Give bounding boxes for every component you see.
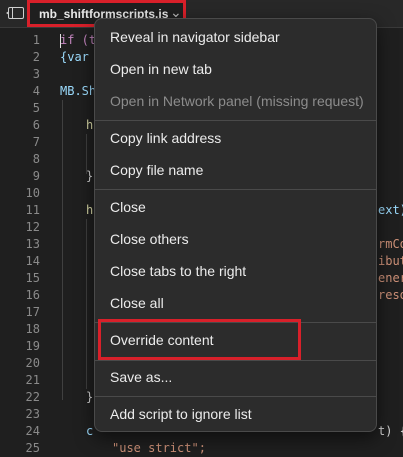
line-number: 11 (25, 203, 40, 217)
menu-separator (95, 396, 376, 397)
tab-context-menu: Reveal in navigator sidebar Open in new … (94, 18, 377, 432)
menu-item-close-tabs-right[interactable]: Close tabs to the right (110, 263, 246, 279)
line-number: 19 (25, 339, 40, 353)
menu-item-copy-link-address[interactable]: Copy link address (110, 130, 221, 146)
menu-item-save-as[interactable]: Save as... (110, 369, 172, 385)
menu-item-override-content[interactable]: Override content (110, 332, 214, 348)
indent-guide (86, 219, 87, 389)
code-line: "use strict"; (112, 441, 206, 455)
line-number: 2 (32, 50, 40, 64)
line-number: 22 (25, 390, 40, 404)
line-number: 20 (25, 356, 40, 370)
code-fragment: ext) (378, 203, 403, 217)
toggle-navigator-icon[interactable] (6, 7, 24, 19)
line-number: 24 (25, 424, 40, 438)
line-number: 4 (32, 84, 40, 98)
menu-separator (95, 120, 376, 121)
menu-separator (95, 189, 376, 190)
line-number: 15 (25, 271, 40, 285)
code-line: } (86, 169, 94, 183)
line-number: 18 (25, 322, 40, 336)
line-number: 7 (32, 135, 40, 149)
code-line: c (86, 424, 94, 438)
indent-guide (62, 100, 63, 400)
menu-item-copy-file-name[interactable]: Copy file name (110, 162, 203, 178)
line-number: 9 (32, 169, 40, 183)
line-number: 1 (32, 33, 40, 47)
line-number: 25 (25, 441, 40, 455)
menu-item-close-all[interactable]: Close all (110, 295, 164, 311)
line-number: 12 (25, 220, 40, 234)
code-fragment: reso (378, 288, 403, 302)
code-fragment: ener (378, 271, 403, 285)
code-fragment: t) { (378, 424, 403, 438)
code-line: MB.Sh (60, 84, 97, 98)
line-number-gutter: 1 2 3 4 5 6 7 8 9 10 11 12 13 14 15 16 1… (0, 28, 48, 455)
code-line: {var (60, 50, 89, 64)
line-number: 3 (32, 67, 40, 81)
menu-item-open-in-network-panel: Open in Network panel (missing request) (110, 93, 364, 109)
line-number: 21 (25, 373, 40, 387)
menu-separator (95, 322, 376, 323)
line-number: 8 (32, 152, 40, 166)
code-fragment: ibut (378, 254, 403, 268)
code-line: h (86, 203, 94, 217)
code-line: } (86, 390, 94, 404)
code-line: if (t (60, 33, 97, 47)
line-number: 23 (25, 407, 40, 421)
line-number: 17 (25, 305, 40, 319)
line-number: 10 (25, 186, 40, 200)
menu-separator (95, 360, 376, 361)
code-line: h (86, 118, 94, 132)
code-fragment: rmCo (378, 237, 403, 251)
line-number: 6 (32, 118, 40, 132)
menu-item-close-others[interactable]: Close others (110, 231, 189, 247)
line-number: 16 (25, 288, 40, 302)
menu-item-reveal-in-navigator[interactable]: Reveal in navigator sidebar (110, 29, 280, 45)
line-number: 14 (25, 254, 40, 268)
menu-item-close[interactable]: Close (110, 199, 146, 215)
line-number: 5 (32, 101, 40, 115)
menu-item-open-in-new-tab[interactable]: Open in new tab (110, 61, 212, 77)
line-number: 13 (25, 237, 40, 251)
menu-item-add-to-ignore-list[interactable]: Add script to ignore list (110, 406, 252, 422)
